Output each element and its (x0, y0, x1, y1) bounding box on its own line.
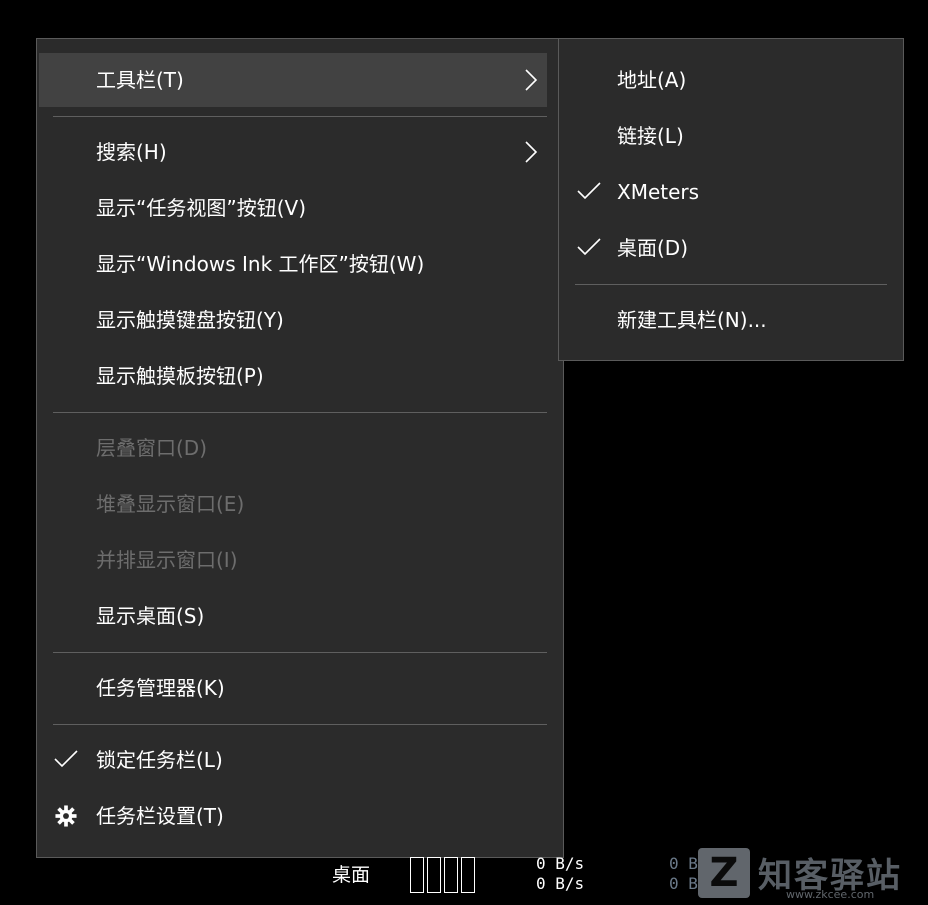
menu-item-label: 并排显示窗口(I) (96, 548, 238, 572)
menu-item-label: 新建工具栏(N)... (617, 308, 767, 332)
cpu-bar (461, 857, 475, 893)
menu-item-label: 链接(L) (617, 124, 684, 148)
toolbars-submenu: 地址(A) 链接(L) XMeters 桌面(D) 新建工具栏(N)... (558, 38, 904, 361)
menu-item-show-windows-ink[interactable]: 显示“Windows Ink 工作区”按钮(W) (39, 237, 547, 291)
menu-item-show-touchpad[interactable]: 显示触摸板按钮(P) (39, 349, 547, 403)
menu-item-search[interactable]: 搜索(H) (39, 125, 547, 179)
checkmark-icon (577, 238, 601, 256)
menu-item-label: 层叠窗口(D) (96, 436, 208, 460)
menu-item-label: 显示“Windows Ink 工作区”按钮(W) (96, 252, 425, 276)
menu-item-lock-taskbar[interactable]: 锁定任务栏(L) (39, 733, 547, 787)
watermark-z-logo: Z (698, 848, 750, 898)
cpu-bar (427, 857, 441, 893)
menu-separator (53, 652, 547, 653)
menu-item-label: 显示触摸键盘按钮(Y) (96, 308, 284, 332)
menu-item-side-by-side-windows: 并排显示窗口(I) (39, 533, 547, 587)
menu-item-label: 锁定任务栏(L) (96, 748, 223, 772)
submenu-item-address[interactable]: 地址(A) (559, 53, 903, 107)
menu-separator (53, 724, 547, 725)
submenu-item-new-toolbar[interactable]: 新建工具栏(N)... (559, 293, 903, 347)
submenu-item-xmeters[interactable]: XMeters (559, 165, 903, 219)
cpu-bar (444, 857, 458, 893)
upload-speed: 0 B/s (536, 854, 585, 873)
menu-item-toolbars[interactable]: 工具栏(T) (39, 53, 547, 107)
menu-item-show-task-view[interactable]: 显示“任务视图”按钮(V) (39, 181, 547, 235)
watermark-logo: Z 知客驿站 www.zkcee.com (698, 846, 924, 902)
taskbar-context-menu: 工具栏(T) 搜索(H) 显示“任务视图”按钮(V) 显示“Windows In… (36, 38, 564, 858)
download-speed: 0 B/s (536, 874, 585, 893)
menu-item-label: 任务栏设置(T) (96, 804, 224, 828)
xmeters-cpu-bars (410, 857, 478, 897)
menu-item-label: 地址(A) (617, 68, 687, 92)
menu-item-label: 桌面(D) (617, 236, 689, 260)
menu-item-stack-windows: 堆叠显示窗口(E) (39, 477, 547, 531)
gear-icon (55, 805, 77, 827)
chevron-right-icon (525, 69, 538, 91)
menu-item-show-touch-keyboard[interactable]: 显示触摸键盘按钮(Y) (39, 293, 547, 347)
menu-item-cascade-windows: 层叠窗口(D) (39, 421, 547, 475)
menu-separator (53, 412, 547, 413)
menu-item-label: 任务管理器(K) (96, 676, 225, 700)
menu-item-label: 堆叠显示窗口(E) (96, 492, 245, 516)
submenu-item-desktop[interactable]: 桌面(D) (559, 221, 903, 275)
menu-item-label: 显示触摸板按钮(P) (96, 364, 264, 388)
menu-item-taskbar-settings[interactable]: 任务栏设置(T) (39, 789, 547, 843)
checkmark-icon (54, 750, 78, 768)
cpu-bar (410, 857, 424, 893)
xmeters-network-speed: 0 B/s 0 B/s (536, 854, 584, 894)
checkmark-icon (577, 182, 601, 200)
submenu-item-links[interactable]: 链接(L) (559, 109, 903, 163)
menu-separator (53, 116, 547, 117)
menu-item-label: 显示桌面(S) (96, 604, 205, 628)
menu-item-label: XMeters (617, 180, 700, 204)
menu-separator (575, 284, 887, 285)
watermark-url: www.zkcee.com (786, 888, 875, 901)
menu-item-label: 工具栏(T) (96, 68, 184, 92)
xmeters-disk-speed: 0 B 0 B (669, 854, 698, 894)
disk-read: 0 B (669, 854, 698, 873)
menu-item-label: 搜索(H) (96, 140, 167, 164)
taskbar-desktop-toolbar[interactable]: 桌面 (332, 860, 370, 887)
menu-item-task-manager[interactable]: 任务管理器(K) (39, 661, 547, 715)
disk-write: 0 B (669, 874, 698, 893)
chevron-right-icon (525, 141, 538, 163)
menu-item-show-desktop[interactable]: 显示桌面(S) (39, 589, 547, 643)
menu-item-label: 显示“任务视图”按钮(V) (96, 196, 307, 220)
